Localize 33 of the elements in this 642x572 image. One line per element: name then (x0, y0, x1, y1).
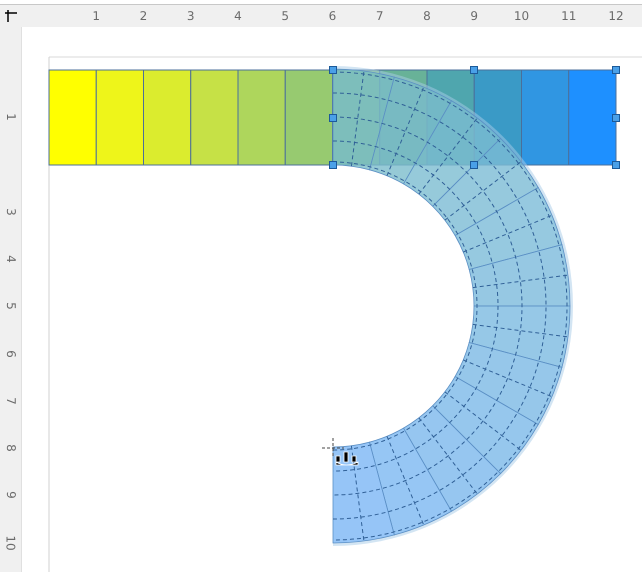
selection-handle[interactable] (329, 66, 337, 74)
selection-handle[interactable] (329, 114, 337, 122)
selection-handle[interactable] (612, 66, 620, 74)
gradient-strip[interactable] (48, 70, 616, 166)
ruler-number: 12 (608, 10, 624, 22)
ruler-number: 2 (140, 10, 148, 22)
ruler-number: 10 (4, 534, 16, 550)
selection-handle[interactable] (612, 114, 620, 122)
origin-marker-icon (4, 9, 18, 23)
selection-handle[interactable] (612, 161, 620, 169)
ruler-number: 8 (4, 444, 16, 452)
ruler-number: 10 (514, 10, 530, 22)
ruler-number: 8 (423, 10, 431, 22)
ruler-number: 7 (4, 396, 16, 405)
selection-handle[interactable] (470, 161, 478, 169)
arc-shape[interactable] (332, 66, 573, 546)
ruler-number: 5 (281, 10, 290, 22)
ruler-number: 7 (376, 10, 384, 22)
ruler-number: 3 (186, 10, 195, 22)
selection-handle[interactable] (470, 66, 478, 74)
ruler-number: 6 (328, 10, 336, 22)
ruler-number: 3 (4, 208, 16, 216)
ruler-number: 1 (4, 113, 16, 122)
ruler-number: 4 (4, 255, 16, 263)
ruler-number: 9 (4, 491, 16, 500)
ruler-number: 6 (4, 350, 16, 358)
ruler-number: 11 (561, 10, 576, 22)
move-cursor-icon (322, 438, 358, 466)
ruler-number: 4 (234, 10, 242, 22)
ruler-number: 5 (4, 302, 16, 310)
ruler-number: 1 (92, 10, 100, 22)
ruler-number: 9 (470, 10, 478, 22)
selection-handle[interactable] (329, 161, 337, 169)
